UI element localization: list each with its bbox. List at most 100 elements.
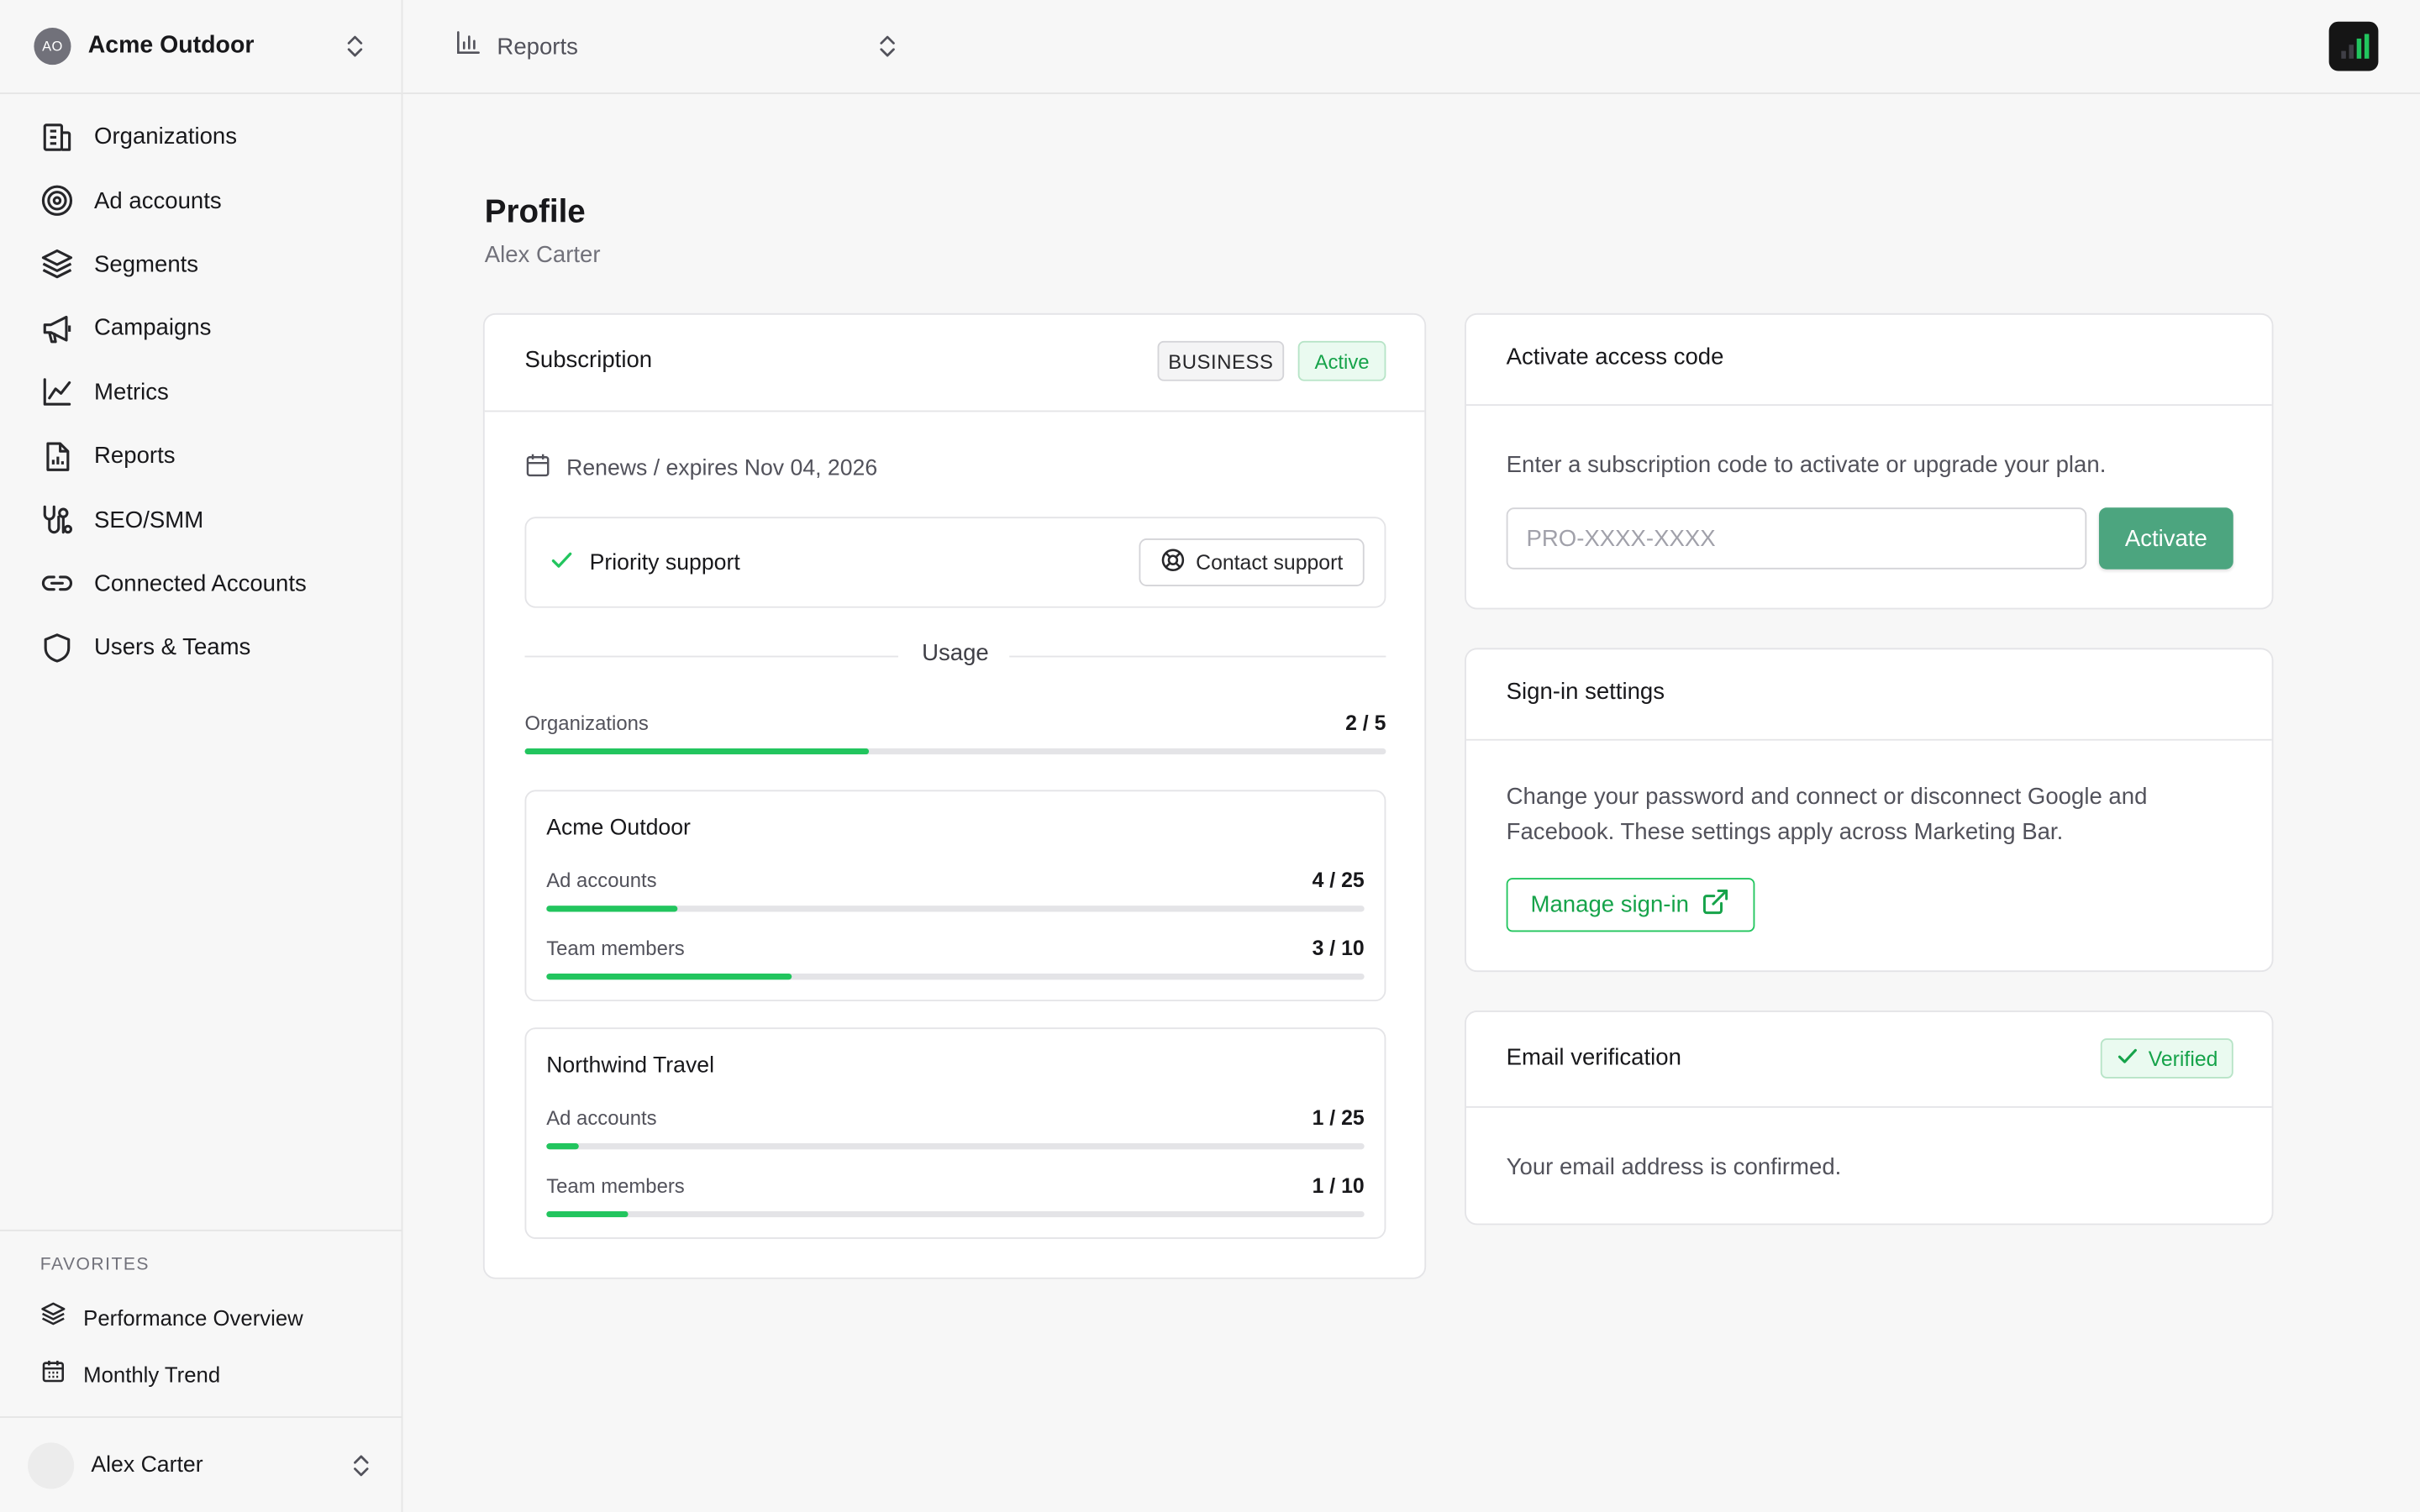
meter-label: Ad accounts (546, 1105, 657, 1130)
favorite-monthly-trend[interactable]: Monthly Trend (40, 1357, 220, 1391)
access-code-description: Enter a subscription code to activate or… (1506, 452, 2107, 479)
meter-fill (546, 973, 792, 980)
signin-settings-description: Change your password and connect or disc… (1507, 780, 2148, 850)
feature-item: Priority support (550, 548, 740, 579)
access-code-input[interactable] (1506, 507, 2087, 570)
favorites-title: FAVORITES (39, 1256, 150, 1275)
check-icon (2116, 1044, 2139, 1072)
signin-settings-title: Sign-in settings (1506, 679, 1665, 706)
sidebar-item-label: Campaigns (94, 315, 212, 342)
meter-label: Organizations (524, 711, 649, 735)
meter-label: Team members (546, 936, 685, 960)
org-avatar: AO (34, 28, 71, 66)
external-link-icon (1702, 887, 1731, 922)
access-code-card: Activate access code Enter a subscriptio… (1465, 312, 2274, 610)
meter-track (524, 748, 1386, 755)
sidebar-item-organizations[interactable]: Organizations (0, 105, 402, 169)
email-verification-description: Your email address is confirmed. (1506, 1153, 1842, 1181)
meter-fill (546, 906, 677, 912)
meter-fill (524, 748, 870, 755)
meter-value: 4 / 25 (1312, 869, 1365, 892)
manage-signin-button[interactable]: Manage sign-in (1506, 878, 1755, 932)
megaphone-icon (40, 312, 74, 345)
access-code-header: Activate access code (1465, 315, 2272, 407)
email-verification-card: Email verification Verified Your email a… (1465, 1011, 2274, 1226)
description-line: Facebook. These settings apply across Ma… (1506, 819, 2064, 846)
sidebar-item-label: Organizations (94, 123, 238, 150)
email-verification-title: Email verification (1506, 1044, 1681, 1071)
user-name: Alex Carter (91, 1452, 203, 1478)
contact-support-label: Contact support (1196, 550, 1344, 575)
line-chart-icon (40, 375, 74, 409)
sidebar-item-connected-accounts[interactable]: Connected Accounts (0, 552, 402, 616)
sidebar-item-segments[interactable]: Segments (0, 233, 402, 297)
report-selector-label: Reports (497, 33, 578, 60)
org-usage-name: Northwind Travel (546, 1053, 715, 1079)
sidebar-item-label: Connected Accounts (94, 570, 307, 597)
bar-chart-icon (455, 29, 481, 63)
sidebar-item-metrics[interactable]: Metrics (0, 360, 402, 424)
calendar-icon (40, 1357, 66, 1391)
meter-track (546, 1143, 1365, 1150)
organizations-meter: Organizations 2 / 5 (524, 711, 1386, 758)
activate-button[interactable]: Activate (2098, 507, 2233, 570)
meter-value: 3 / 10 (1312, 936, 1365, 960)
team-members-meter: Team members 1 / 10 (546, 1173, 1365, 1218)
status-badge: Active (1297, 340, 1386, 381)
sidebar-item-ad-accounts[interactable]: Ad accounts (0, 169, 402, 233)
sidebar-item-label: Segments (94, 251, 199, 278)
page-title: Profile (484, 194, 586, 230)
chevrons-up-down-icon (354, 1455, 369, 1477)
divider-line (1009, 655, 1386, 658)
org-usage-box: Northwind Travel Ad accounts 1 / 25 Team… (524, 1027, 1386, 1239)
ad-accounts-meter: Ad accounts 1 / 25 (546, 1105, 1365, 1150)
signin-settings-card: Sign-in settings Change your password an… (1465, 648, 2274, 973)
favorite-label: Monthly Trend (83, 1362, 221, 1388)
meter-track (546, 1210, 1365, 1218)
org-usage-name: Acme Outdoor (546, 816, 691, 842)
sidebar-item-label: Users & Teams (94, 634, 251, 661)
ad-accounts-meter: Ad accounts 4 / 25 (546, 869, 1365, 912)
building-icon (40, 120, 74, 154)
renewal-row: Renews / expires Nov 04, 2026 (524, 452, 877, 485)
contact-support-button[interactable]: Contact support (1139, 538, 1365, 586)
sidebar: AO Acme Outdoor Organizations Ad account… (0, 0, 403, 1512)
calendar-icon (524, 452, 550, 485)
meter-value: 1 / 25 (1312, 1105, 1365, 1130)
usage-divider: Usage (524, 640, 1386, 671)
report-selector[interactable]: Reports (455, 28, 578, 65)
org-name: Acme Outdoor (87, 32, 255, 59)
sidebar-item-label: Metrics (94, 379, 169, 406)
feature-label: Priority support (589, 550, 740, 576)
user-switcher[interactable]: Alex Carter (0, 1416, 402, 1512)
sidebar-item-reports[interactable]: Reports (0, 424, 402, 488)
team-members-meter: Team members 3 / 10 (546, 936, 1365, 980)
signin-settings-header: Sign-in settings (1465, 649, 2272, 741)
sidebar-item-label: Ad accounts (94, 187, 222, 214)
favorite-label: Performance Overview (83, 1305, 303, 1331)
description-line: Change your password and connect or disc… (1506, 784, 2148, 811)
email-verification-header: Email verification Verified (1465, 1012, 2272, 1108)
sidebar-item-seo-smm[interactable]: SEO/SMM (0, 488, 402, 552)
favorite-performance-overview[interactable]: Performance Overview (40, 1300, 303, 1334)
logo-bars-icon (2341, 34, 2370, 59)
meter-value: 2 / 5 (1345, 711, 1386, 735)
report-file-icon (40, 439, 74, 473)
favorites-section: FAVORITES Performance Overview Monthly T… (0, 1229, 402, 1387)
renewal-text: Renews / expires Nov 04, 2026 (566, 455, 878, 481)
plan-badge: BUSINESS (1157, 340, 1285, 381)
verified-label: Verified (2148, 1047, 2218, 1070)
sidebar-item-users-teams[interactable]: Users & Teams (0, 616, 402, 680)
manage-signin-label: Manage sign-in (1530, 891, 1689, 918)
seo-icon (40, 503, 74, 537)
chevrons-up-down-icon[interactable] (878, 34, 897, 58)
sidebar-item-campaigns[interactable]: Campaigns (0, 297, 402, 360)
app-logo[interactable] (2328, 21, 2379, 71)
subscription-card-header: Subscription BUSINESS Active (484, 315, 1425, 412)
org-switcher[interactable]: AO Acme Outdoor (0, 0, 402, 95)
meter-label: Team members (546, 1173, 685, 1198)
shield-icon (40, 631, 74, 664)
usage-title: Usage (922, 640, 989, 667)
meter-fill (546, 1143, 580, 1150)
meter-fill (546, 1210, 629, 1218)
